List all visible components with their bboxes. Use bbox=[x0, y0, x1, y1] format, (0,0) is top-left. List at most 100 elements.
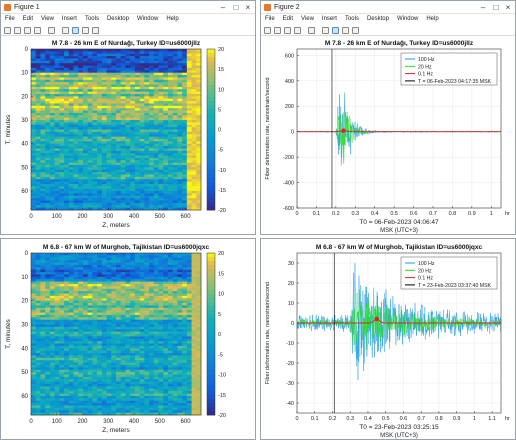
heatmap-cell bbox=[196, 393, 202, 397]
new-figure-icon[interactable] bbox=[4, 27, 11, 34]
menu-insert[interactable]: Insert bbox=[58, 14, 81, 25]
chart-1[interactable]: M 7.8 - 26 km E of Nurdağı, Turkey ID=us… bbox=[1, 37, 255, 234]
heatmap-cell bbox=[144, 134, 150, 138]
heatmap-cell bbox=[87, 141, 93, 145]
menu-edit[interactable]: Edit bbox=[279, 14, 297, 25]
heatmap-cell bbox=[125, 262, 131, 266]
dock-icon[interactable] bbox=[352, 27, 359, 34]
maximize-icon[interactable]: □ bbox=[230, 1, 242, 14]
heatmap-cell bbox=[116, 281, 122, 285]
print-icon[interactable] bbox=[34, 27, 41, 34]
heatmap-cell bbox=[54, 281, 60, 285]
insert-legend-icon[interactable] bbox=[72, 27, 79, 34]
heatmap-cell bbox=[40, 60, 46, 64]
heatmap-cell bbox=[116, 312, 122, 316]
window-titlebar[interactable]: Figure 1 – □ × bbox=[1, 1, 255, 14]
menu-edit[interactable]: Edit bbox=[19, 14, 37, 25]
heatmap-cell bbox=[182, 124, 188, 128]
heatmap-cell bbox=[92, 169, 98, 173]
menu-insert[interactable]: Insert bbox=[318, 14, 341, 25]
menu-desktop[interactable]: Desktop bbox=[363, 14, 393, 25]
menu-window[interactable]: Window bbox=[133, 14, 162, 25]
heatmap-cell bbox=[130, 200, 136, 204]
heatmap-cell bbox=[106, 93, 112, 97]
heatmap-cell bbox=[111, 362, 117, 366]
insert-legend-icon[interactable] bbox=[332, 27, 339, 34]
heatmap-cell bbox=[158, 160, 164, 164]
colorbar-segment bbox=[207, 149, 215, 155]
heatmap-cell bbox=[68, 272, 74, 275]
heatmap-cell bbox=[40, 272, 46, 275]
heatmap-cell bbox=[73, 353, 79, 356]
save-icon[interactable] bbox=[284, 27, 291, 34]
heatmap-cell bbox=[40, 141, 46, 145]
heatmap-cell bbox=[149, 198, 155, 201]
heatmap-cell bbox=[120, 331, 126, 335]
open-icon[interactable] bbox=[274, 27, 281, 34]
heatmap-cell bbox=[163, 127, 169, 130]
window-titlebar[interactable]: Figure 2 – □ × bbox=[261, 1, 515, 14]
maximize-icon[interactable]: □ bbox=[490, 1, 502, 14]
hide-tools-icon[interactable] bbox=[82, 27, 89, 34]
edit-plot-icon[interactable] bbox=[48, 27, 55, 34]
menu-desktop[interactable]: Desktop bbox=[103, 14, 133, 25]
heatmap-cell bbox=[68, 195, 74, 199]
heatmap-cell bbox=[111, 298, 117, 302]
heatmap-cell bbox=[31, 179, 37, 182]
menu-file[interactable]: File bbox=[261, 14, 279, 25]
heatmap-cell bbox=[78, 191, 84, 194]
heatmap-cell bbox=[49, 395, 56, 399]
new-figure-icon[interactable] bbox=[264, 27, 271, 34]
hide-tools-icon[interactable] bbox=[342, 27, 349, 34]
heatmap-cell bbox=[59, 367, 65, 371]
minimize-icon[interactable]: – bbox=[477, 1, 489, 14]
print-icon[interactable] bbox=[294, 27, 301, 34]
heatmap-cell bbox=[59, 272, 65, 275]
heatmap-cell bbox=[101, 63, 107, 66]
heatmap-cell bbox=[186, 367, 192, 371]
close-icon[interactable]: × bbox=[502, 1, 514, 14]
open-icon[interactable] bbox=[14, 27, 21, 34]
heatmap-cell bbox=[172, 67, 178, 71]
heatmap-cell bbox=[45, 122, 51, 126]
menu-help[interactable]: Help bbox=[422, 14, 442, 25]
heatmap-cell bbox=[120, 360, 126, 363]
heatmap-cell bbox=[134, 117, 141, 121]
heatmap-cell bbox=[87, 374, 93, 378]
menu-view[interactable]: View bbox=[37, 14, 58, 25]
heatmap-cell bbox=[31, 105, 37, 109]
heatmap-cell bbox=[35, 65, 41, 69]
heatmap-cell bbox=[144, 374, 150, 378]
heatmap-cell bbox=[111, 155, 117, 159]
heatmap-cell bbox=[106, 143, 112, 147]
heatmap-cell bbox=[40, 129, 46, 133]
chart-2[interactable]: M 7.8 - 26 km E of Nurdağı, Turkey ID=us… bbox=[261, 37, 515, 234]
heatmap-cell bbox=[191, 96, 197, 100]
heatmap-cell bbox=[163, 53, 169, 57]
heatmap-cell bbox=[68, 319, 74, 323]
edit-plot-icon[interactable] bbox=[308, 27, 315, 34]
minimize-icon[interactable]: – bbox=[217, 1, 229, 14]
close-icon[interactable]: × bbox=[242, 1, 254, 14]
dock-icon[interactable] bbox=[92, 27, 99, 34]
heatmap-cell bbox=[120, 51, 126, 55]
menu-tools[interactable]: Tools bbox=[341, 14, 363, 25]
heatmap-cell bbox=[82, 155, 89, 159]
heatmap-cell bbox=[144, 58, 150, 62]
save-icon[interactable] bbox=[24, 27, 31, 34]
menu-window[interactable]: Window bbox=[393, 14, 422, 25]
insert-colorbar-icon[interactable] bbox=[62, 27, 69, 34]
heatmap-cell bbox=[92, 255, 98, 259]
heatmap-cell bbox=[158, 129, 164, 133]
chart-3[interactable]: M 6.8 - 67 km W of Murghob, Tajikistan I… bbox=[1, 239, 255, 439]
menu-file[interactable]: File bbox=[1, 14, 19, 25]
menu-tools[interactable]: Tools bbox=[81, 14, 103, 25]
menu-view[interactable]: View bbox=[297, 14, 318, 25]
heatmap-cell bbox=[106, 317, 112, 321]
menu-help[interactable]: Help bbox=[162, 14, 182, 25]
heatmap-cell bbox=[92, 141, 98, 145]
heatmap-cell bbox=[68, 191, 74, 194]
insert-colorbar-icon[interactable] bbox=[322, 27, 329, 34]
heatmap-cell bbox=[45, 338, 51, 342]
heatmap-cell bbox=[59, 155, 65, 159]
